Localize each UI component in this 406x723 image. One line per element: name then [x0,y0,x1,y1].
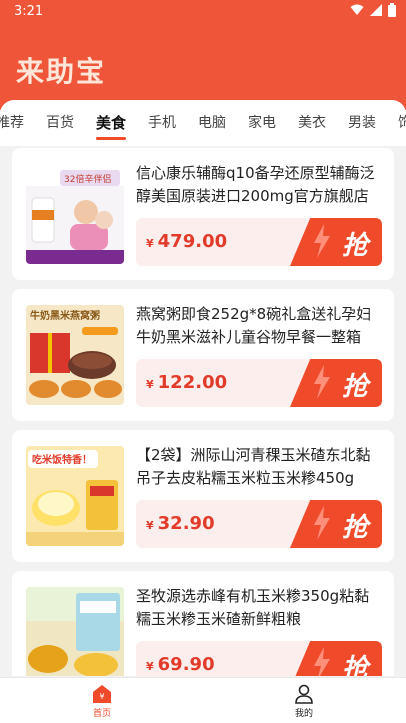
product-image-text: 吃米饭特香！ [32,453,92,466]
price-bar: ¥479.00 抢 [136,218,382,266]
product-price: ¥69.90 [146,654,215,675]
product-title[interactable]: 【2袋】洲际山河青稞玉米碴东北黏吊子去皮粘糯玉米粒玉米糁450g [136,444,384,490]
user-icon [295,684,313,704]
product-title[interactable]: 燕窝粥即食252g*8碗礼盒送礼孕妇牛奶黑米滋补儿童谷物早餐一整箱 [136,303,384,349]
product-price: ¥122.00 [146,372,227,393]
product-price: ¥479.00 [146,231,227,252]
price-bar: ¥122.00 抢 [136,359,382,407]
tab-accessories[interactable]: 饰品 [398,112,406,133]
product-card[interactable]: 牛奶黑米燕窝粥 燕窝粥即食252g*8碗礼盒送礼孕妇牛奶黑米滋补儿童谷物早餐一整… [12,289,394,421]
product-card[interactable]: 32倍辛伴侣 信心康乐辅酶q10备孕还原型辅酶泛醇美国原装进口200mg官方旗舰… [12,148,394,280]
grab-button-label: 抢 [341,654,368,676]
grab-button[interactable]: 抢 [290,218,382,266]
tab-phones[interactable]: 手机 [148,112,176,133]
product-title[interactable]: 信心康乐辅酶q10备孕还原型辅酶泛醇美国原装进口200mg官方旗舰店 [136,162,384,208]
category-tabs: 推荐 百货 美食 手机 电脑 家电 美衣 男装 饰品 [0,112,406,140]
tab-food[interactable]: 美食 [96,112,127,140]
svg-text:¥: ¥ [99,692,104,701]
status-bar: 3:21 [0,0,406,26]
product-card[interactable]: 圣牧源选赤峰有机玉米糁350g粘黏糯玉米糁玉米碴新鲜粗粮 ¥69.90 抢 [12,571,394,676]
app-title: 来助宝 [16,55,107,88]
tab-computers[interactable]: 电脑 [198,112,226,133]
grab-button[interactable]: 抢 [290,500,382,548]
nav-home[interactable]: ¥ 首页 [72,684,132,719]
tab-general-goods[interactable]: 百货 [46,112,74,133]
grab-button-label: 抢 [341,513,368,543]
product-price: ¥32.90 [146,513,215,534]
currency-symbol: ¥ [146,378,154,391]
price-value: 479.00 [157,231,228,252]
lightning-icon [314,365,330,399]
product-card[interactable]: 吃米饭特香！ 【2袋】洲际山河青稞玉米碴东北黏吊子去皮粘糯玉米粒玉米糁450g … [12,430,394,562]
product-image [26,587,124,676]
lightning-icon [314,647,330,676]
status-time: 3:21 [14,4,44,19]
price-bar: ¥32.90 抢 [136,500,382,548]
currency-symbol: ¥ [146,519,154,532]
tab-appliances[interactable]: 家电 [248,112,276,133]
home-icon: ¥ [93,685,111,703]
product-title[interactable]: 圣牧源选赤峰有机玉米糁350g粘黏糯玉米糁玉米碴新鲜粗粮 [136,585,384,631]
product-image: 牛奶黑米燕窝粥 [26,305,124,405]
signal-icon [370,4,382,16]
nav-mine-label: 我的 [294,709,313,719]
currency-symbol: ¥ [146,660,154,673]
lightning-icon [314,506,330,540]
tab-recommend[interactable]: 推荐 [0,112,24,133]
tab-mens-clothing[interactable]: 男装 [348,112,376,133]
product-list: 32倍辛伴侣 信心康乐辅酶q10备孕还原型辅酶泛醇美国原装进口200mg官方旗舰… [0,146,406,676]
product-image: 吃米饭特香！ [26,446,124,546]
lightning-icon [314,224,330,258]
app-header: 来助宝 [0,26,406,110]
nav-home-label: 首页 [92,709,111,719]
price-value: 69.90 [157,654,215,675]
tab-womens-clothing[interactable]: 美衣 [298,112,326,133]
price-bar: ¥69.90 抢 [136,641,382,676]
battery-icon [388,3,396,17]
bottom-nav: ¥ 首页 我的 [0,677,406,723]
currency-symbol: ¥ [146,237,154,250]
nav-mine[interactable]: 我的 [274,684,334,719]
product-image-text: 32倍辛伴侣 [64,173,111,185]
grab-button[interactable]: 抢 [290,641,382,676]
grab-button[interactable]: 抢 [290,359,382,407]
status-icons [350,3,396,17]
product-image-text: 牛奶黑米燕窝粥 [30,309,100,322]
price-value: 32.90 [157,513,215,534]
grab-button-label: 抢 [341,372,368,402]
product-image: 32倍辛伴侣 [26,164,124,264]
price-value: 122.00 [157,372,228,393]
grab-button-label: 抢 [341,231,368,261]
category-tab-bar: 推荐 百货 美食 手机 电脑 家电 美衣 男装 饰品 [0,100,406,146]
wifi-icon [350,4,364,15]
